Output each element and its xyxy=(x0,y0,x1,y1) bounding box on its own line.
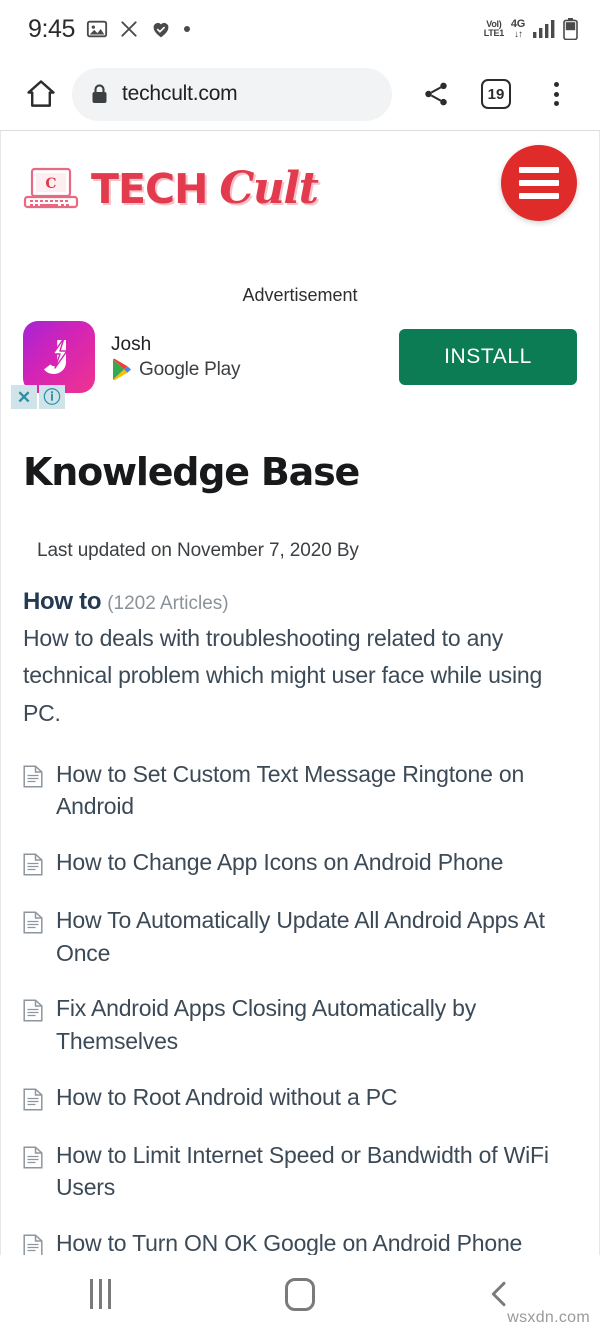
browser-toolbar: techcult.com 19 xyxy=(0,58,600,130)
logo-text-tech: TECH xyxy=(91,164,208,213)
ad-info-button[interactable]: ⓘ xyxy=(39,385,65,409)
svg-text:C: C xyxy=(45,176,56,192)
ad-store-name: Google Play xyxy=(139,358,241,380)
list-item[interactable]: How To Automatically Update All Android … xyxy=(23,904,577,969)
ad-badge-group: ✕ ⓘ xyxy=(11,385,65,409)
android-back-button[interactable] xyxy=(400,1278,600,1310)
list-item[interactable]: How to Change App Icons on Android Phone xyxy=(23,846,577,881)
ad-close-button[interactable]: ✕ xyxy=(11,385,37,409)
site-header: C TECH Cult xyxy=(1,131,599,271)
page-title: Knowledge Base xyxy=(23,450,360,494)
document-icon xyxy=(23,1146,43,1174)
list-item-title[interactable]: How to Limit Internet Speed or Bandwidth… xyxy=(56,1139,577,1204)
category-description: How to deals with troubleshooting relate… xyxy=(23,625,543,726)
android-home-button[interactable] xyxy=(200,1277,400,1311)
ad-app-icon-wrap: ✕ ⓘ xyxy=(11,321,95,409)
ad-store-row: Google Play xyxy=(111,358,241,381)
tab-switcher-button[interactable]: 19 xyxy=(466,79,526,109)
phone-screen: 9:45 Vol) LTE1 4G ↓↑ techcult.com 19 C T… xyxy=(0,0,600,1333)
list-item-title[interactable]: Fix Android Apps Closing Automatically b… xyxy=(56,992,577,1057)
document-icon xyxy=(23,1088,43,1116)
status-bar-right: Vol) LTE1 4G ↓↑ xyxy=(483,17,578,41)
hamburger-icon-line xyxy=(519,180,559,186)
category-name[interactable]: How to xyxy=(23,588,101,615)
document-icon xyxy=(23,1234,43,1255)
document-icon xyxy=(23,853,43,881)
list-item-title[interactable]: How to Set Custom Text Message Ringtone … xyxy=(56,758,577,823)
network-type-icon: 4G ↓↑ xyxy=(510,17,525,40)
list-item-title[interactable]: How to Turn ON OK Google on Android Phon… xyxy=(56,1227,522,1255)
signal-bars-icon xyxy=(532,19,556,39)
home-square-icon xyxy=(285,1277,315,1311)
document-icon xyxy=(23,999,43,1027)
image-icon xyxy=(86,18,108,40)
url-bar[interactable]: techcult.com xyxy=(72,67,392,121)
dot-icon xyxy=(183,25,191,33)
hamburger-icon-line xyxy=(519,167,559,173)
status-clock: 9:45 xyxy=(28,14,76,43)
scissors-icon xyxy=(119,19,139,39)
web-page-viewport[interactable]: C TECH Cult Advertisement ✕ ⓘ Josh Googl… xyxy=(0,130,600,1255)
article-list: How to Set Custom Text Message Ringtone … xyxy=(23,758,577,1255)
logo-text-cult: Cult xyxy=(219,163,319,214)
browser-actions: 19 xyxy=(406,79,586,109)
category-article-count: (1202 Articles) xyxy=(107,593,229,614)
ad-app-name: Josh xyxy=(111,333,152,355)
lock-icon xyxy=(90,83,109,105)
list-item[interactable]: How to Limit Internet Speed or Bandwidth… xyxy=(23,1139,577,1204)
list-item[interactable]: How to Turn ON OK Google on Android Phon… xyxy=(23,1227,577,1255)
advertisement-label: Advertisement xyxy=(242,285,358,305)
category-heading: How to (1202 Articles) xyxy=(23,588,577,616)
list-item-title[interactable]: How To Automatically Update All Android … xyxy=(56,904,577,969)
list-item[interactable]: Fix Android Apps Closing Automatically b… xyxy=(23,992,577,1057)
home-icon xyxy=(27,80,55,107)
browser-menu-button[interactable] xyxy=(526,82,586,106)
laptop-icon: C xyxy=(23,164,81,214)
list-item[interactable]: How to Set Custom Text Message Ringtone … xyxy=(23,758,577,823)
list-item-title[interactable]: How to Root Android without a PC xyxy=(56,1081,398,1114)
status-bar-left: 9:45 xyxy=(28,15,191,44)
ad-install-button[interactable]: INSTALL xyxy=(399,329,577,385)
article-body: Knowledge Base Last updated on November … xyxy=(1,450,599,1255)
hamburger-icon-line xyxy=(519,193,559,199)
share-icon xyxy=(425,82,447,106)
josh-app-icon xyxy=(23,321,95,393)
back-chevron-icon xyxy=(491,1281,506,1307)
recent-apps-button[interactable] xyxy=(0,1279,200,1309)
google-play-icon xyxy=(111,358,132,381)
recent-apps-icon xyxy=(89,1279,111,1309)
advertisement-banner[interactable]: ✕ ⓘ Josh Google Play INSTALL xyxy=(1,314,599,409)
browser-home-button[interactable] xyxy=(14,77,68,111)
site-logo[interactable]: C TECH Cult xyxy=(23,163,319,214)
ad-text-block: Josh Google Play xyxy=(111,333,241,382)
article-meta: Last updated on November 7, 2020 By xyxy=(37,540,359,561)
kebab-menu-icon xyxy=(553,82,559,106)
tab-count-badge: 19 xyxy=(481,79,511,109)
volte-icon: Vol) LTE1 xyxy=(483,19,504,38)
list-item[interactable]: How to Root Android without a PC xyxy=(23,1081,577,1116)
url-text[interactable]: techcult.com xyxy=(122,82,238,106)
share-button[interactable] xyxy=(406,79,466,109)
document-icon xyxy=(23,911,43,939)
watermark: wsxdn.com xyxy=(507,1309,590,1326)
battery-icon xyxy=(563,18,578,41)
document-icon xyxy=(23,765,43,793)
heart-check-icon xyxy=(150,18,172,40)
site-menu-button[interactable] xyxy=(501,145,577,221)
list-item-title[interactable]: How to Change App Icons on Android Phone xyxy=(56,846,503,879)
status-bar: 9:45 Vol) LTE1 4G ↓↑ xyxy=(0,0,600,58)
